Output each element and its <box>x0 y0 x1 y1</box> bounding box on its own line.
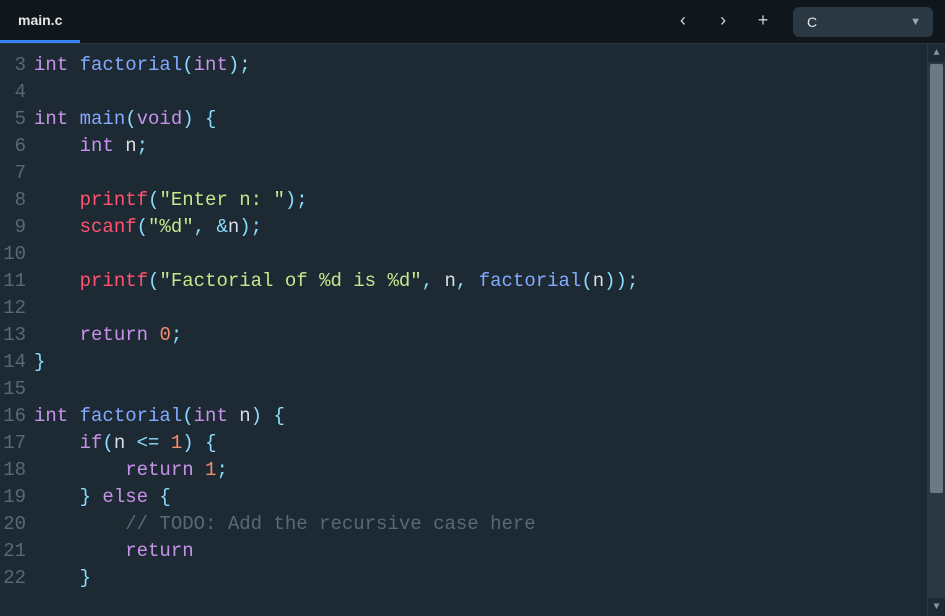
line-number: 22 <box>0 565 34 592</box>
line-number: 6 <box>0 133 34 160</box>
line-number: 16 <box>0 403 34 430</box>
header-actions: ‹ › + C ▼ <box>665 0 945 43</box>
line-number: 9 <box>0 214 34 241</box>
code-content: if(n <= 1) { <box>34 430 927 457</box>
code-line: 22 } <box>0 565 927 592</box>
code-content <box>34 295 927 322</box>
code-content: return 1; <box>34 457 927 484</box>
code-line: 10 <box>0 241 927 268</box>
code-content: printf("Enter n: "); <box>34 187 927 214</box>
code-content: return <box>34 538 927 565</box>
code-line: 4 <box>0 79 927 106</box>
chevron-down-icon: ▼ <box>910 16 921 28</box>
language-select[interactable]: C ▼ <box>793 7 933 37</box>
scroll-down-button[interactable]: ▼ <box>928 598 945 616</box>
code-line: 12 <box>0 295 927 322</box>
scrollbar-thumb[interactable] <box>930 64 943 493</box>
code-content: return 0; <box>34 322 927 349</box>
language-label: C <box>807 14 817 30</box>
add-button[interactable]: + <box>745 4 781 40</box>
code-content <box>34 376 927 403</box>
code-content: scanf("%d", &n); <box>34 214 927 241</box>
line-number: 14 <box>0 349 34 376</box>
line-number: 17 <box>0 430 34 457</box>
line-number: 13 <box>0 322 34 349</box>
editor-body: 3int factorial(int);45int main(void) {6 … <box>0 44 945 616</box>
line-number: 10 <box>0 241 34 268</box>
tab-main-c[interactable]: main.c <box>0 0 80 43</box>
code-line: 5int main(void) { <box>0 106 927 133</box>
code-line: 20 // TODO: Add the recursive case here <box>0 511 927 538</box>
editor-header: main.c ‹ › + C ▼ <box>0 0 945 44</box>
code-content: int n; <box>34 133 927 160</box>
code-line: 17 if(n <= 1) { <box>0 430 927 457</box>
code-content <box>34 79 927 106</box>
line-number: 11 <box>0 268 34 295</box>
code-content: } <box>34 565 927 592</box>
code-content <box>34 241 927 268</box>
code-content: int factorial(int n) { <box>34 403 927 430</box>
chevron-right-icon: › <box>718 12 729 32</box>
code-line: 16int factorial(int n) { <box>0 403 927 430</box>
vertical-scrollbar[interactable]: ▲ ▼ <box>927 44 945 616</box>
code-line: 19 } else { <box>0 484 927 511</box>
line-number: 12 <box>0 295 34 322</box>
code-line: 9 scanf("%d", &n); <box>0 214 927 241</box>
prev-button[interactable]: ‹ <box>665 4 701 40</box>
code-line: 15 <box>0 376 927 403</box>
triangle-down-icon: ▼ <box>933 602 939 613</box>
code-line: 13 return 0; <box>0 322 927 349</box>
line-number: 21 <box>0 538 34 565</box>
line-number: 18 <box>0 457 34 484</box>
code-line: 7 <box>0 160 927 187</box>
plus-icon: + <box>758 12 769 32</box>
chevron-left-icon: ‹ <box>678 12 689 32</box>
triangle-up-icon: ▲ <box>933 48 939 59</box>
code-content: // TODO: Add the recursive case here <box>34 511 927 538</box>
code-line: 21 return <box>0 538 927 565</box>
code-content: int factorial(int); <box>34 52 927 79</box>
next-button[interactable]: › <box>705 4 741 40</box>
line-number: 20 <box>0 511 34 538</box>
line-number: 19 <box>0 484 34 511</box>
code-line: 8 printf("Enter n: "); <box>0 187 927 214</box>
code-content: } else { <box>34 484 927 511</box>
line-number: 3 <box>0 52 34 79</box>
code-line: 6 int n; <box>0 133 927 160</box>
code-line: 11 printf("Factorial of %d is %d", n, fa… <box>0 268 927 295</box>
code-content: int main(void) { <box>34 106 927 133</box>
line-number: 5 <box>0 106 34 133</box>
tab-label: main.c <box>18 12 62 28</box>
scrollbar-track[interactable] <box>928 62 945 598</box>
scroll-up-button[interactable]: ▲ <box>928 44 945 62</box>
code-line: 14} <box>0 349 927 376</box>
code-content <box>34 160 927 187</box>
code-content: printf("Factorial of %d is %d", n, facto… <box>34 268 927 295</box>
code-content: } <box>34 349 927 376</box>
line-number: 7 <box>0 160 34 187</box>
tab-bar: main.c <box>0 0 80 43</box>
code-editor[interactable]: 3int factorial(int);45int main(void) {6 … <box>0 44 927 616</box>
code-line: 18 return 1; <box>0 457 927 484</box>
code-line: 3int factorial(int); <box>0 52 927 79</box>
line-number: 4 <box>0 79 34 106</box>
line-number: 15 <box>0 376 34 403</box>
line-number: 8 <box>0 187 34 214</box>
